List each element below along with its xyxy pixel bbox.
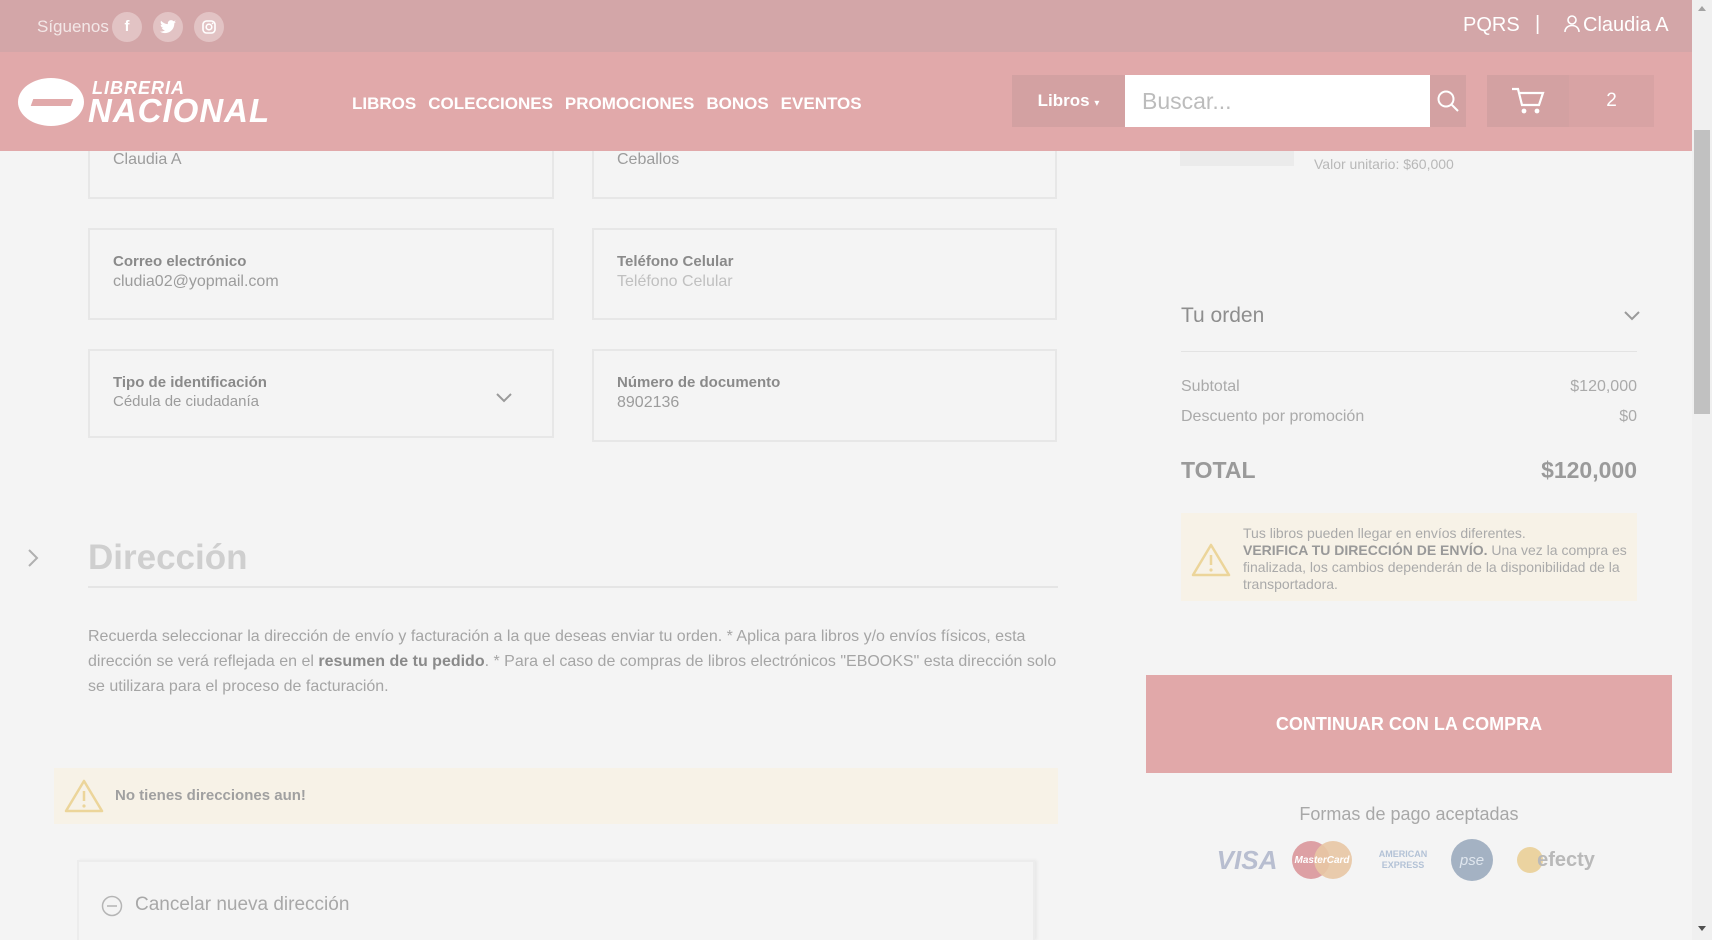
user-menu[interactable]: Claudia A: [1564, 14, 1669, 37]
efecty-text: efecty: [1537, 848, 1595, 871]
search-button[interactable]: [1430, 75, 1466, 127]
phone-label: Teléfono Celular: [617, 253, 734, 270]
visa-logo: VISA: [1216, 844, 1278, 875]
nav-item-promociones[interactable]: PROMOCIONES: [565, 94, 694, 114]
nav-item-libros[interactable]: LIBROS: [352, 94, 416, 114]
shipping-notice-text: Tus libros pueden llegar en envíos difer…: [1243, 525, 1627, 593]
amex-line1: AMERICAN: [1378, 849, 1428, 859]
email-field[interactable]: Correo electrónico cludia02@yopmail.com: [88, 228, 554, 320]
discount-value: $0: [1619, 408, 1637, 425]
payment-methods-title: Formas de pago aceptadas: [1299, 804, 1519, 824]
first-name-field[interactable]: Claudia A: [88, 151, 554, 199]
continue-purchase-button[interactable]: CONTINUAR CON LA COMPRA: [1146, 675, 1672, 773]
amex-logo: AMERICAN EXPRESS: [1370, 838, 1436, 882]
total-label: TOTAL: [1181, 457, 1256, 483]
category-dropdown[interactable]: Libros ▾: [1012, 75, 1125, 127]
separator: |: [1535, 13, 1541, 35]
warning-icon: [64, 779, 104, 813]
phone-field[interactable]: Teléfono Celular Teléfono Celular: [592, 228, 1057, 320]
nav-menu: LIBROS COLECCIONES PROMOCIONES BONOS EVE…: [352, 94, 862, 114]
cancel-new-address-label: Cancelar nueva dirección: [135, 894, 350, 915]
first-name-value: Claudia A: [113, 151, 182, 168]
minus-circle-icon: [101, 895, 123, 917]
scrollbar[interactable]: [1692, 0, 1712, 940]
main-nav: LIBRERIA NACIONAL LIBROS COLECCIONES PRO…: [0, 52, 1692, 151]
id-type-select[interactable]: Tipo de identificación Cédula de ciudada…: [88, 349, 554, 438]
subtotal-row: Subtotal $120,000: [1181, 378, 1637, 396]
facebook-icon[interactable]: f: [112, 12, 142, 42]
scrollbar-thumb[interactable]: [1694, 130, 1710, 414]
section-divider: [88, 586, 1058, 588]
cart-icon: [1512, 87, 1545, 114]
subtotal-value: $120,000: [1570, 378, 1637, 395]
cancel-new-address[interactable]: Cancelar nueva dirección: [77, 860, 1035, 940]
subtotal-label: Subtotal: [1181, 378, 1240, 395]
user-name: Claudia A: [1583, 14, 1669, 36]
product-thumbnail: [1180, 151, 1294, 166]
twitter-icon[interactable]: [153, 12, 183, 42]
last-name-value: Ceballos: [617, 151, 680, 168]
no-address-text: No tienes direcciones aun!: [115, 787, 306, 804]
address-section-title: Dirección: [88, 538, 248, 577]
shipping-notice: Tus libros pueden llegar en envíos difer…: [1181, 513, 1637, 601]
no-address-alert: No tienes direcciones aun!: [54, 768, 1058, 824]
address-description: Recuerda seleccionar la dirección de env…: [88, 624, 1058, 699]
logo-mark: [18, 78, 84, 126]
pse-logo: pse: [1451, 839, 1493, 881]
discount-label: Descuento por promoción: [1181, 408, 1365, 425]
email-value: cludia02@yopmail.com: [113, 273, 279, 290]
instagram-icon[interactable]: [194, 12, 224, 42]
nav-item-bonos[interactable]: BONOS: [706, 94, 768, 114]
top-bar: Síguenos f PQRS | Claudia A: [0, 0, 1692, 52]
order-title: Tu orden: [1181, 304, 1265, 327]
nav-item-eventos[interactable]: EVENTOS: [781, 94, 862, 114]
order-summary: Tu orden Subtotal $120,000 Descuento por…: [1146, 283, 1672, 610]
follow-label: Síguenos: [37, 17, 109, 36]
efecty-logo: efecty: [1513, 838, 1599, 882]
nav-item-colecciones[interactable]: COLECCIONES: [428, 94, 553, 114]
order-divider: [1181, 351, 1637, 352]
document-number-label: Número de documento: [617, 374, 781, 391]
phone-placeholder: Teléfono Celular: [617, 273, 733, 290]
pqrs-link[interactable]: PQRS: [1463, 14, 1520, 37]
chevron-right-icon[interactable]: [27, 548, 39, 568]
mastercard-text: MasterCard: [1294, 854, 1350, 866]
document-number-value: 8902136: [617, 394, 680, 411]
last-name-field[interactable]: Ceballos: [592, 151, 1057, 199]
search-input[interactable]: [1125, 75, 1430, 127]
cart-count[interactable]: 2: [1569, 75, 1654, 127]
logo[interactable]: LIBRERIA NACIONAL: [18, 76, 278, 129]
category-label: Libros: [1037, 91, 1090, 110]
chevron-down-icon: [496, 393, 512, 403]
total-value: $120,000: [1541, 457, 1637, 483]
discount-row: Descuento por promoción $0: [1181, 408, 1637, 426]
email-label: Correo electrónico: [113, 253, 247, 270]
amex-line2: EXPRESS: [1381, 860, 1425, 870]
id-type-value: Cédula de ciudadanía: [113, 393, 259, 410]
notice-bold: VERIFICA TU DIRECCIÓN DE ENVÍO.: [1243, 542, 1488, 558]
chevron-down-icon[interactable]: [1624, 311, 1640, 321]
total-row: TOTAL $120,000: [1181, 457, 1637, 484]
scroll-down-arrow-icon[interactable]: [1698, 926, 1706, 931]
mastercard-logo: MasterCard: [1290, 838, 1354, 882]
user-icon: [1564, 15, 1580, 33]
id-type-label: Tipo de identificación: [113, 374, 267, 391]
notice-line1: Tus libros pueden llegar en envíos difer…: [1243, 525, 1526, 541]
document-number-field[interactable]: Número de documento 8902136: [592, 349, 1057, 442]
order-summary-link-text: resumen de tu pedido: [318, 653, 485, 670]
caret-down-icon: ▾: [1094, 98, 1100, 109]
scroll-up-arrow-icon[interactable]: [1698, 6, 1706, 11]
logo-line2: NACIONAL: [88, 92, 271, 129]
warning-icon: [1191, 543, 1231, 577]
search-icon: [1437, 90, 1459, 112]
cart-button[interactable]: [1487, 75, 1569, 127]
unit-price: Valor unitario: $60,000: [1314, 156, 1454, 172]
